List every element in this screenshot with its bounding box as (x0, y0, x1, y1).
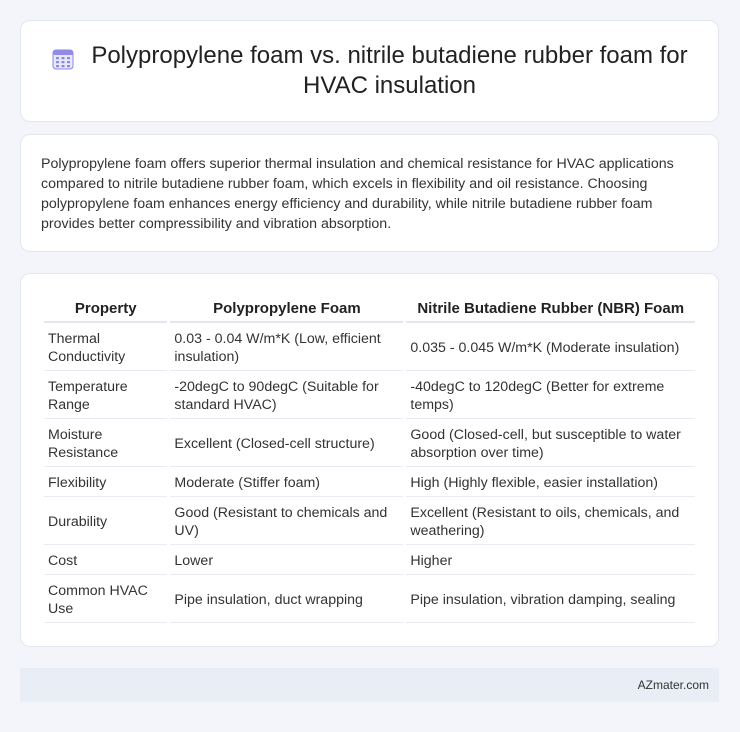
polypropylene-cell: Moderate (Stiffer foam) (170, 469, 404, 497)
property-cell: Flexibility (44, 469, 168, 497)
property-cell: Durability (44, 499, 168, 545)
nbr-cell: Pipe insulation, vibration damping, seal… (406, 577, 695, 623)
table-row: Temperature Range -20degC to 90degC (Sui… (44, 373, 695, 419)
table-row: Thermal Conductivity 0.03 - 0.04 W/m*K (… (44, 325, 695, 371)
title-card: Polypropylene foam vs. nitrile butadiene… (20, 20, 719, 122)
nbr-cell: 0.035 - 0.045 W/m*K (Moderate insulation… (406, 325, 695, 371)
column-header-nbr: Nitrile Butadiene Rubber (NBR) Foam (406, 296, 695, 323)
page-title: Polypropylene foam vs. nitrile butadiene… (91, 42, 688, 99)
footer-brand: AZmater.com (637, 678, 709, 692)
nbr-cell: Higher (406, 547, 695, 575)
polypropylene-cell: Good (Resistant to chemicals and UV) (170, 499, 404, 545)
table-row: Moisture Resistance Excellent (Closed-ce… (44, 421, 695, 467)
table-row: Flexibility Moderate (Stiffer foam) High… (44, 469, 695, 497)
comparison-table: Property Polypropylene Foam Nitrile Buta… (41, 294, 698, 625)
nbr-cell: -40degC to 120degC (Better for extreme t… (406, 373, 695, 419)
polypropylene-cell: 0.03 - 0.04 W/m*K (Low, efficient insula… (170, 325, 404, 371)
summary-text: Polypropylene foam offers superior therm… (41, 156, 674, 232)
nbr-cell: Good (Closed-cell, but susceptible to wa… (406, 421, 695, 467)
summary-card: Polypropylene foam offers superior therm… (20, 134, 719, 252)
nbr-cell: Excellent (Resistant to oils, chemicals,… (406, 499, 695, 545)
polypropylene-cell: Excellent (Closed-cell structure) (170, 421, 404, 467)
column-header-property: Property (44, 296, 168, 323)
comparison-table-card: Property Polypropylene Foam Nitrile Buta… (20, 273, 719, 647)
polypropylene-cell: Lower (170, 547, 404, 575)
table-row: Durability Good (Resistant to chemicals … (44, 499, 695, 545)
property-cell: Moisture Resistance (44, 421, 168, 467)
table-row: Cost Lower Higher (44, 547, 695, 575)
property-cell: Temperature Range (44, 373, 168, 419)
polypropylene-cell: -20degC to 90degC (Suitable for standard… (170, 373, 404, 419)
polypropylene-cell: Pipe insulation, duct wrapping (170, 577, 404, 623)
property-cell: Common HVAC Use (44, 577, 168, 623)
column-header-polypropylene: Polypropylene Foam (170, 296, 404, 323)
table-header-row: Property Polypropylene Foam Nitrile Buta… (44, 296, 695, 323)
footer-bar: AZmater.com (20, 668, 719, 702)
property-cell: Cost (44, 547, 168, 575)
nbr-cell: High (Highly flexible, easier installati… (406, 469, 695, 497)
table-row: Common HVAC Use Pipe insulation, duct wr… (44, 577, 695, 623)
property-cell: Thermal Conductivity (44, 325, 168, 371)
